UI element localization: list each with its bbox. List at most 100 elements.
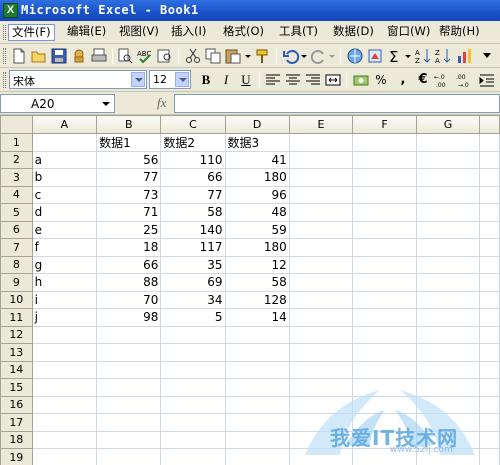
cell-b19[interactable]	[96, 448, 162, 465]
column-header-e[interactable]: E	[288, 115, 354, 134]
cell-c14[interactable]	[160, 360, 226, 379]
cell-b13[interactable]	[96, 343, 162, 362]
cell-f1[interactable]	[352, 132, 417, 152]
cell-g15[interactable]	[415, 378, 481, 397]
align-left-icon[interactable]	[264, 71, 282, 89]
column-header-f[interactable]: F	[352, 115, 417, 134]
cell-c10[interactable]: 34	[160, 290, 226, 309]
cell-d4[interactable]: 96	[224, 185, 290, 204]
cell-c12[interactable]	[160, 325, 226, 344]
excel-app-icon[interactable]: X	[3, 3, 18, 18]
formula-input[interactable]	[174, 94, 500, 113]
cell-e1[interactable]	[288, 132, 354, 152]
cell-e15[interactable]	[288, 378, 354, 397]
cell-d8[interactable]: 12	[224, 255, 290, 274]
cell-e9[interactable]	[288, 273, 354, 292]
row-header[interactable]: 18	[0, 430, 33, 449]
cell-c17[interactable]	[160, 413, 226, 432]
cell-g1[interactable]	[415, 132, 481, 152]
redo-icon[interactable]	[310, 47, 328, 65]
menu-insert[interactable]: 插入(I)	[168, 24, 209, 41]
row-header[interactable]: 16	[0, 395, 33, 414]
format-painter-icon[interactable]	[254, 47, 272, 65]
toolbar-grip[interactable]	[3, 48, 6, 64]
cell-a10[interactable]: i	[31, 290, 98, 309]
toolbar-grip[interactable]	[3, 72, 6, 88]
undo-dropdown-icon[interactable]	[300, 47, 308, 65]
paste-icon[interactable]	[224, 47, 242, 65]
cell-g14[interactable]	[415, 360, 481, 379]
column-header-g[interactable]: G	[415, 115, 481, 134]
cell-d13[interactable]	[224, 343, 290, 362]
menu-help[interactable]: 帮助(H)	[436, 24, 483, 41]
cell-d1[interactable]: 数据3	[224, 132, 290, 152]
cell-b3[interactable]: 77	[96, 168, 162, 187]
cell-overflow[interactable]	[479, 343, 500, 362]
cell-d6[interactable]: 59	[224, 220, 290, 239]
cell-b12[interactable]	[96, 325, 162, 344]
menu-file[interactable]: 文件(F)	[8, 24, 55, 41]
cell-d17[interactable]	[224, 413, 290, 432]
column-header-d[interactable]: D	[224, 115, 290, 134]
cell-f6[interactable]	[352, 220, 417, 239]
row-header[interactable]: 17	[0, 413, 33, 432]
row-header[interactable]: 6	[0, 220, 33, 239]
italic-button[interactable]: I	[217, 71, 235, 89]
cell-a7[interactable]: f	[31, 238, 98, 257]
cell-b15[interactable]	[96, 378, 162, 397]
cell-e14[interactable]	[288, 360, 354, 379]
cell-b1[interactable]: 数据1	[96, 132, 162, 152]
cell-a6[interactable]: e	[31, 220, 98, 239]
cell-d2[interactable]: 41	[224, 150, 290, 169]
cell-f7[interactable]	[352, 238, 417, 257]
cell-g12[interactable]	[415, 325, 481, 344]
cell-e10[interactable]	[288, 290, 354, 309]
cell-a19[interactable]	[31, 448, 98, 465]
autosum-icon[interactable]: Σ	[386, 47, 404, 65]
cell-overflow[interactable]	[479, 430, 500, 449]
cell-overflow[interactable]	[479, 395, 500, 414]
cell-c9[interactable]: 69	[160, 273, 226, 292]
cell-a1[interactable]	[31, 132, 98, 152]
cell-e7[interactable]	[288, 238, 354, 257]
cell-c15[interactable]	[160, 378, 226, 397]
cell-e8[interactable]	[288, 255, 354, 274]
cell-d14[interactable]	[224, 360, 290, 379]
percent-button[interactable]: %	[372, 71, 390, 89]
row-header[interactable]: 2	[0, 150, 33, 169]
cell-d11[interactable]: 14	[224, 308, 290, 327]
cell-b5[interactable]: 71	[96, 203, 162, 222]
row-header[interactable]: 5	[0, 203, 33, 222]
cell-f12[interactable]	[352, 325, 417, 344]
cell-a14[interactable]	[31, 360, 98, 379]
cell-a16[interactable]	[31, 395, 98, 414]
row-header[interactable]: 4	[0, 185, 33, 204]
cell-f5[interactable]	[352, 203, 417, 222]
cell-f3[interactable]	[352, 168, 417, 187]
cell-overflow[interactable]	[479, 185, 500, 204]
cell-e12[interactable]	[288, 325, 354, 344]
menu-window[interactable]: 窗口(W)	[384, 24, 433, 41]
cell-a9[interactable]: h	[31, 273, 98, 292]
row-header[interactable]: 1	[0, 132, 33, 152]
cell-c2[interactable]: 110	[160, 150, 226, 169]
column-header-c[interactable]: C	[160, 115, 226, 134]
cell-g11[interactable]	[415, 308, 481, 327]
cell-g13[interactable]	[415, 343, 481, 362]
cell-c4[interactable]: 77	[160, 185, 226, 204]
cell-f13[interactable]	[352, 343, 417, 362]
cell-b8[interactable]: 66	[96, 255, 162, 274]
cell-c19[interactable]	[160, 448, 226, 465]
cell-e16[interactable]	[288, 395, 354, 414]
cell-d5[interactable]: 48	[224, 203, 290, 222]
cell-a11[interactable]: j	[31, 308, 98, 327]
row-header[interactable]: 13	[0, 343, 33, 362]
row-header[interactable]: 3	[0, 168, 33, 187]
sort-descending-icon[interactable]: ZA	[434, 47, 452, 65]
print-icon[interactable]	[90, 47, 108, 65]
row-header[interactable]: 15	[0, 378, 33, 397]
cell-b4[interactable]: 73	[96, 185, 162, 204]
column-header-b[interactable]: B	[96, 115, 162, 134]
row-header[interactable]: 10	[0, 290, 33, 309]
cell-c5[interactable]: 58	[160, 203, 226, 222]
